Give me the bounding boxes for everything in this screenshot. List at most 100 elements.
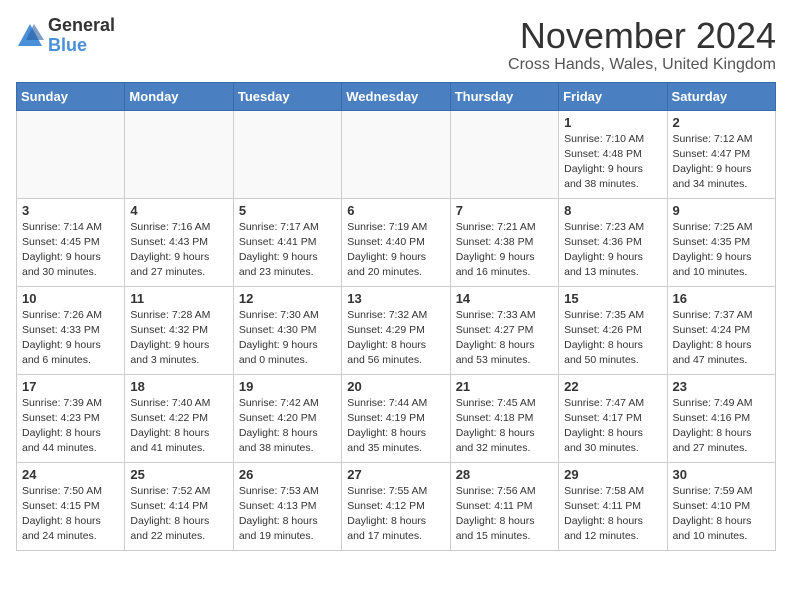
table-row xyxy=(450,110,558,198)
day-number: 11 xyxy=(130,291,227,306)
table-row: 10Sunrise: 7:26 AM Sunset: 4:33 PM Dayli… xyxy=(17,286,125,374)
table-row: 27Sunrise: 7:55 AM Sunset: 4:12 PM Dayli… xyxy=(342,462,450,550)
day-number: 17 xyxy=(22,379,119,394)
day-number: 24 xyxy=(22,467,119,482)
table-row: 16 Sunrise: 7:37 AM Sunset: 4:24 PM Dayli… xyxy=(667,286,775,374)
day-info: Sunrise: 7:14 AM Sunset: 4:45 PM Dayligh… xyxy=(22,220,119,281)
day-info: Sunrise: 7:30 AM Sunset: 4:30 PM Dayligh… xyxy=(239,308,336,369)
day-info: Sunrise: 7:59 AM Sunset: 4:10 PM Dayligh… xyxy=(673,484,770,545)
day-number: 15 xyxy=(564,291,661,306)
day-number: 21 xyxy=(456,379,553,394)
day-number: 13 xyxy=(347,291,444,306)
table-row: 7Sunrise: 7:21 AM Sunset: 4:38 PM Daylig… xyxy=(450,198,558,286)
day-info: Sunrise: 7:21 AM Sunset: 4:38 PM Dayligh… xyxy=(456,220,553,281)
day-info: Sunrise: 7:49 AM Sunset: 4:16 PM Dayligh… xyxy=(673,396,770,457)
day-number: 12 xyxy=(239,291,336,306)
table-row: 1Sunrise: 7:10 AM Sunset: 4:48 PM Daylig… xyxy=(559,110,667,198)
table-row: 11 Sunrise: 7:28 AM Sunset: 4:32 PM Dayli… xyxy=(125,286,233,374)
day-info: Sunrise: 7:39 AM Sunset: 4:23 PM Dayligh… xyxy=(22,396,119,457)
table-row: 26Sunrise: 7:53 AM Sunset: 4:13 PM Dayli… xyxy=(233,462,341,550)
table-row: 24 Sunrise: 7:50 AM Sunset: 4:15 PM Dayli… xyxy=(17,462,125,550)
table-row xyxy=(342,110,450,198)
day-info: Sunrise: 7:56 AM Sunset: 4:11 PM Dayligh… xyxy=(456,484,553,545)
day-number: 29 xyxy=(564,467,661,482)
calendar-week-1: 1Sunrise: 7:10 AM Sunset: 4:48 PM Daylig… xyxy=(17,110,776,198)
day-info: Sunrise: 7:42 AM Sunset: 4:20 PM Dayligh… xyxy=(239,396,336,457)
day-number: 19 xyxy=(239,379,336,394)
table-row: 6 Sunrise: 7:19 AM Sunset: 4:40 PM Daylig… xyxy=(342,198,450,286)
calendar-week-4: 17 Sunrise: 7:39 AM Sunset: 4:23 PM Dayli… xyxy=(17,374,776,462)
day-number: 27 xyxy=(347,467,444,482)
table-row: 14 Sunrise: 7:33 AM Sunset: 4:27 PM Dayli… xyxy=(450,286,558,374)
day-number: 18 xyxy=(130,379,227,394)
day-number: 2 xyxy=(673,115,770,130)
table-row: 30 Sunrise: 7:59 AM Sunset: 4:10 PM Dayli… xyxy=(667,462,775,550)
day-number: 20 xyxy=(347,379,444,394)
table-row: 21 Sunrise: 7:45 AM Sunset: 4:18 PM Dayli… xyxy=(450,374,558,462)
day-number: 3 xyxy=(22,203,119,218)
day-number: 16 xyxy=(673,291,770,306)
title-area: November 2024 Cross Hands, Wales, United… xyxy=(508,16,776,74)
col-monday: Monday xyxy=(125,82,233,110)
table-row xyxy=(125,110,233,198)
day-number: 10 xyxy=(22,291,119,306)
table-row xyxy=(233,110,341,198)
day-info: Sunrise: 7:45 AM Sunset: 4:18 PM Dayligh… xyxy=(456,396,553,457)
col-sunday: Sunday xyxy=(17,82,125,110)
table-row: 2 Sunrise: 7:12 AM Sunset: 4:47 PM Daylig… xyxy=(667,110,775,198)
table-row: 25 Sunrise: 7:52 AM Sunset: 4:14 PM Dayli… xyxy=(125,462,233,550)
day-info: Sunrise: 7:12 AM Sunset: 4:47 PM Dayligh… xyxy=(673,132,770,193)
day-number: 4 xyxy=(130,203,227,218)
table-row: 28Sunrise: 7:56 AM Sunset: 4:11 PM Dayli… xyxy=(450,462,558,550)
day-number: 25 xyxy=(130,467,227,482)
table-row: 23 Sunrise: 7:49 AM Sunset: 4:16 PM Dayli… xyxy=(667,374,775,462)
table-row: 19 Sunrise: 7:42 AM Sunset: 4:20 PM Dayli… xyxy=(233,374,341,462)
calendar-table: Sunday Monday Tuesday Wednesday Thursday… xyxy=(16,82,776,551)
day-info: Sunrise: 7:32 AM Sunset: 4:29 PM Dayligh… xyxy=(347,308,444,369)
day-number: 14 xyxy=(456,291,553,306)
day-info: Sunrise: 7:37 AM Sunset: 4:24 PM Dayligh… xyxy=(673,308,770,369)
day-number: 8 xyxy=(564,203,661,218)
table-row: 15 Sunrise: 7:35 AM Sunset: 4:26 PM Dayli… xyxy=(559,286,667,374)
day-info: Sunrise: 7:23 AM Sunset: 4:36 PM Dayligh… xyxy=(564,220,661,281)
day-info: Sunrise: 7:40 AM Sunset: 4:22 PM Dayligh… xyxy=(130,396,227,457)
day-number: 22 xyxy=(564,379,661,394)
day-number: 23 xyxy=(673,379,770,394)
day-number: 6 xyxy=(347,203,444,218)
table-row xyxy=(17,110,125,198)
logo-text: General Blue xyxy=(48,16,115,56)
table-row: 20Sunrise: 7:44 AM Sunset: 4:19 PM Dayli… xyxy=(342,374,450,462)
day-number: 5 xyxy=(239,203,336,218)
day-number: 30 xyxy=(673,467,770,482)
day-info: Sunrise: 7:19 AM Sunset: 4:40 PM Dayligh… xyxy=(347,220,444,281)
logo-icon xyxy=(16,22,44,50)
day-number: 1 xyxy=(564,115,661,130)
calendar-week-5: 24 Sunrise: 7:50 AM Sunset: 4:15 PM Dayli… xyxy=(17,462,776,550)
col-saturday: Saturday xyxy=(667,82,775,110)
col-friday: Friday xyxy=(559,82,667,110)
table-row: 22 Sunrise: 7:47 AM Sunset: 4:17 PM Dayli… xyxy=(559,374,667,462)
table-row: 13 Sunrise: 7:32 AM Sunset: 4:29 PM Dayli… xyxy=(342,286,450,374)
table-row: 5Sunrise: 7:17 AM Sunset: 4:41 PM Daylig… xyxy=(233,198,341,286)
day-number: 9 xyxy=(673,203,770,218)
table-row: 17 Sunrise: 7:39 AM Sunset: 4:23 PM Dayli… xyxy=(17,374,125,462)
day-info: Sunrise: 7:52 AM Sunset: 4:14 PM Dayligh… xyxy=(130,484,227,545)
logo: General Blue xyxy=(16,16,115,56)
month-title: November 2024 xyxy=(508,16,776,56)
day-info: Sunrise: 7:53 AM Sunset: 4:13 PM Dayligh… xyxy=(239,484,336,545)
table-row: 18 Sunrise: 7:40 AM Sunset: 4:22 PM Dayli… xyxy=(125,374,233,462)
day-info: Sunrise: 7:58 AM Sunset: 4:11 PM Dayligh… xyxy=(564,484,661,545)
table-row: 12 Sunrise: 7:30 AM Sunset: 4:30 PM Dayli… xyxy=(233,286,341,374)
page-header: General Blue November 2024 Cross Hands, … xyxy=(16,16,776,74)
table-row: 8 Sunrise: 7:23 AM Sunset: 4:36 PM Daylig… xyxy=(559,198,667,286)
table-row: 9Sunrise: 7:25 AM Sunset: 4:35 PM Daylig… xyxy=(667,198,775,286)
day-info: Sunrise: 7:33 AM Sunset: 4:27 PM Dayligh… xyxy=(456,308,553,369)
col-tuesday: Tuesday xyxy=(233,82,341,110)
day-info: Sunrise: 7:35 AM Sunset: 4:26 PM Dayligh… xyxy=(564,308,661,369)
day-info: Sunrise: 7:50 AM Sunset: 4:15 PM Dayligh… xyxy=(22,484,119,545)
day-info: Sunrise: 7:28 AM Sunset: 4:32 PM Dayligh… xyxy=(130,308,227,369)
day-info: Sunrise: 7:47 AM Sunset: 4:17 PM Dayligh… xyxy=(564,396,661,457)
col-wednesday: Wednesday xyxy=(342,82,450,110)
calendar-week-2: 3 Sunrise: 7:14 AM Sunset: 4:45 PM Daylig… xyxy=(17,198,776,286)
calendar-week-3: 10Sunrise: 7:26 AM Sunset: 4:33 PM Dayli… xyxy=(17,286,776,374)
